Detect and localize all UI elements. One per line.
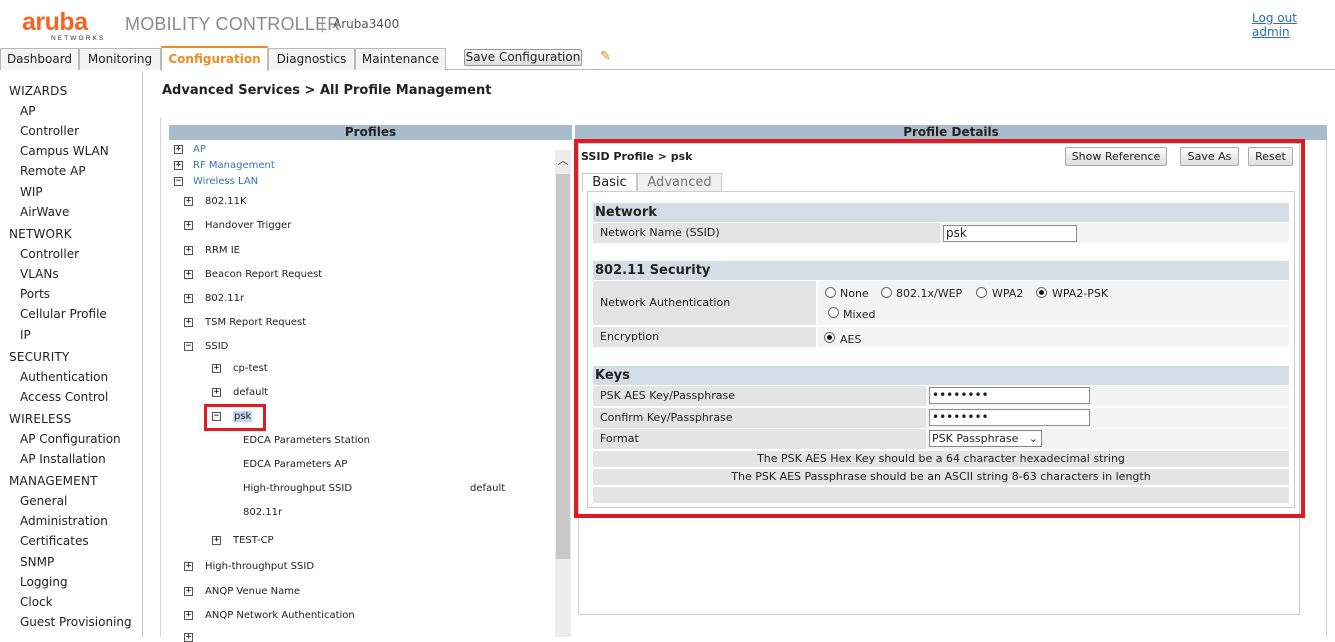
tree-item-anqp-venue-name[interactable]: ANQP Venue Name [205, 586, 300, 597]
expand-icon[interactable]: + [184, 587, 193, 596]
expand-icon[interactable]: + [174, 145, 183, 154]
expand-icon[interactable]: + [174, 161, 183, 170]
tree-item-tsm-report-request[interactable]: TSM Report Request [205, 317, 306, 328]
expand-icon[interactable]: + [184, 611, 193, 620]
tree-item-handover-trigger[interactable]: Handover Trigger [205, 220, 291, 231]
collapse-icon[interactable]: − [174, 177, 183, 186]
expand-icon[interactable]: + [184, 270, 193, 279]
sidebar-item-wizard-ap[interactable]: AP [20, 104, 35, 118]
save-configuration-button[interactable]: Save Configuration [464, 49, 582, 66]
psk-highlight-annotation [204, 404, 266, 431]
tree-item-ht-ssid[interactable]: High-throughput SSID [243, 483, 352, 494]
tree-item-ap[interactable]: AP [193, 144, 206, 155]
tree-item-edca-station[interactable]: EDCA Parameters Station [243, 435, 370, 446]
expand-icon[interactable]: + [212, 388, 221, 397]
tree-item-80211k[interactable]: 802.11K [205, 196, 247, 207]
sidebar-item-network-controller[interactable]: Controller [20, 247, 79, 261]
details-right-border [1326, 140, 1327, 637]
sidebar-section-management: MANAGEMENT [9, 474, 98, 488]
sidebar-item-clock[interactable]: Clock [20, 595, 53, 609]
profiles-panel-border [160, 117, 161, 637]
expand-icon[interactable]: + [212, 364, 221, 373]
logout-link[interactable]: Log out admin [1252, 11, 1335, 39]
tab-maintenance[interactable]: Maintenance [355, 48, 446, 70]
tab-dashboard[interactable]: Dashboard [0, 48, 79, 70]
sidebar-item-ports[interactable]: Ports [20, 287, 50, 301]
sidebar-item-administration[interactable]: Administration [20, 514, 108, 528]
tree-item-ssid[interactable]: SSID [205, 341, 228, 352]
logo-text: aruba [22, 8, 88, 36]
expand-icon[interactable]: + [184, 221, 193, 230]
sidebar-item-airwave[interactable]: AirWave [20, 205, 69, 219]
sidebar-section-security: SECURITY [9, 350, 70, 364]
tree-item-rf-management[interactable]: RF Management [193, 160, 275, 171]
sidebar-section-wireless: WIRELESS [9, 412, 72, 426]
sidebar-item-wip[interactable]: WIP [20, 185, 43, 199]
tree-item-beacon-report-request[interactable]: Beacon Report Request [205, 269, 322, 280]
sidebar-item-authentication[interactable]: Authentication [20, 370, 108, 384]
header-separator: | [320, 17, 325, 33]
sidebar-item-guest-provisioning[interactable]: Guest Provisioning [20, 615, 132, 629]
app-title: MOBILITY CONTROLLER [125, 14, 341, 34]
logo-subtext: NETWORKS [51, 35, 106, 42]
sidebar-item-campus-wlan[interactable]: Campus WLAN [20, 144, 109, 158]
expand-icon[interactable]: + [212, 536, 221, 545]
profile-details-header: Profile Details [575, 125, 1327, 140]
tree-item-wireless-lan[interactable]: Wireless LAN [193, 176, 258, 187]
profiles-scrollbar-thumb[interactable] [556, 174, 570, 559]
collapse-icon[interactable]: − [184, 342, 193, 351]
pending-changes-icon[interactable]: ✎ [600, 49, 611, 64]
sidebar-item-vlans[interactable]: VLANs [20, 267, 59, 281]
controller-hostname: Aruba3400 [333, 17, 400, 31]
sidebar-item-logging[interactable]: Logging [20, 575, 68, 589]
profiles-header: Profiles [169, 125, 572, 140]
tree-item-anqp-network-auth[interactable]: ANQP Network Authentication [205, 610, 355, 621]
sidebar-item-ap-installation[interactable]: AP Installation [20, 452, 106, 466]
expand-icon[interactable]: + [184, 197, 193, 206]
scroll-up-icon[interactable]: ︿ [556, 152, 570, 170]
expand-icon[interactable]: + [184, 633, 193, 642]
tree-item-cp-test[interactable]: cp-test [233, 363, 268, 374]
sidebar-item-access-control[interactable]: Access Control [20, 390, 108, 404]
sidebar-item-ip[interactable]: IP [20, 328, 31, 342]
tab-configuration[interactable]: Configuration [161, 46, 268, 71]
tree-item-ht-ssid-root[interactable]: High-throughput SSID [205, 561, 314, 572]
sidebar-section-network: NETWORK [9, 227, 72, 241]
main-tab-bar: Dashboard Monitoring Configuration Diagn… [0, 46, 1335, 71]
sidebar-item-certificates[interactable]: Certificates [20, 534, 89, 548]
sidebar-item-general[interactable]: General [20, 494, 67, 508]
sidebar-item-remote-ap[interactable]: Remote AP [20, 164, 86, 178]
expand-icon[interactable]: + [184, 318, 193, 327]
tree-item-rrm-ie[interactable]: RRM IE [205, 245, 240, 256]
tree-item-test-cp[interactable]: TEST-CP [233, 535, 274, 546]
tab-diagnostics[interactable]: Diagnostics [268, 48, 355, 70]
sidebar-item-cellular-profile[interactable]: Cellular Profile [20, 307, 107, 321]
sidebar-item-snmp[interactable]: SNMP [20, 555, 54, 569]
details-highlight-annotation [574, 139, 1305, 518]
expand-icon[interactable]: + [184, 294, 193, 303]
tree-item-default[interactable]: default [233, 387, 268, 398]
aruba-logo: aruba NETWORKS [22, 8, 106, 43]
tab-monitoring[interactable]: Monitoring [79, 48, 161, 70]
page-title: Advanced Services > All Profile Manageme… [162, 83, 492, 98]
sidebar-item-wizard-controller[interactable]: Controller [20, 124, 79, 138]
sidebar: WIZARDS AP Controller Campus WLAN Remote… [0, 71, 143, 637]
tree-item-80211r[interactable]: 802.11r [205, 293, 244, 304]
sidebar-section-wizards: WIZARDS [9, 84, 68, 98]
expand-icon[interactable]: + [184, 246, 193, 255]
expand-icon[interactable]: + [184, 562, 193, 571]
tree-item-ht-ssid-value: default [470, 483, 506, 494]
sidebar-item-ap-configuration[interactable]: AP Configuration [20, 432, 121, 446]
tree-item-edca-ap[interactable]: EDCA Parameters AP [243, 459, 347, 470]
tree-item-psk-80211r[interactable]: 802.11r [243, 507, 282, 518]
